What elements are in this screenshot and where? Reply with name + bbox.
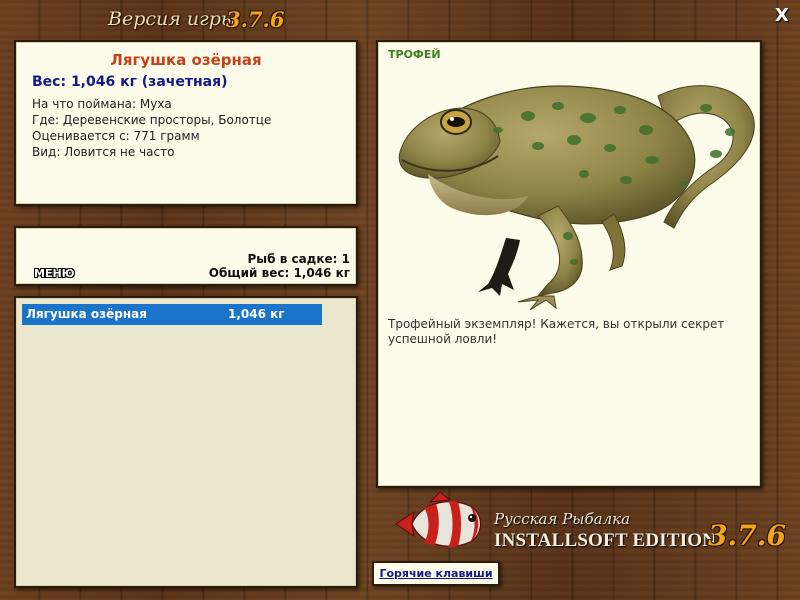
window-version: 3.7.6 xyxy=(226,7,285,32)
cage-total-weight: Общий вес: 1,046 кг xyxy=(208,266,350,280)
rating-info: Оценивается с: 771 грамм xyxy=(32,129,200,143)
title-bar: Версия игры 3.7.6 X xyxy=(0,0,800,36)
hotkeys-button[interactable]: Горячие клавиши xyxy=(372,561,500,586)
menu-button[interactable]: МЕНЮ xyxy=(34,267,75,280)
logo-title: Русская Рыбалка xyxy=(494,510,631,528)
close-button[interactable]: X xyxy=(772,6,792,26)
logo-edition: INSTALLSOFT EDITION xyxy=(494,530,717,551)
rarity-info: Вид: Ловится не часто xyxy=(32,145,175,159)
location-info: Где: Деревенские просторы, Болотце xyxy=(32,113,272,127)
cage-fish-count: Рыб в садке: 1 xyxy=(247,252,351,266)
frog-image xyxy=(398,85,755,311)
game-logo: Русская Рыбалка INSTALLSOFT EDITION 3.7.… xyxy=(390,490,800,556)
red-white-striped-fish-icon xyxy=(395,491,482,548)
trophy-panel: ТРОФЕЙ Трофейный экземпляр! Кажется, вы … xyxy=(376,40,762,488)
list-item[interactable]: Лягушка озёрная 1,046 кг xyxy=(22,304,322,325)
bait-info: На что поймана: Муха xyxy=(32,97,172,111)
trophy-description: Трофейный экземпляр! Кажется, вы открыли… xyxy=(388,317,725,346)
fish-name: Лягушка озёрная xyxy=(110,51,262,69)
fish-weight: Вес: 1,046 кг (зачетная) xyxy=(32,74,228,90)
catch-weight: 1,046 кг xyxy=(228,307,285,321)
catch-name: Лягушка озёрная xyxy=(26,307,147,321)
catch-list[interactable]: Лягушка озёрная 1,046 кг xyxy=(14,296,358,588)
cage-summary-panel: МЕНЮ Рыб в садке: 1 Общий вес: 1,046 кг xyxy=(14,226,358,286)
window-title: Версия игры xyxy=(108,8,237,30)
fish-info-panel: Лягушка озёрная Вес: 1,046 кг (зачетная)… xyxy=(14,40,358,206)
logo-version: 3.7.6 xyxy=(708,519,786,552)
